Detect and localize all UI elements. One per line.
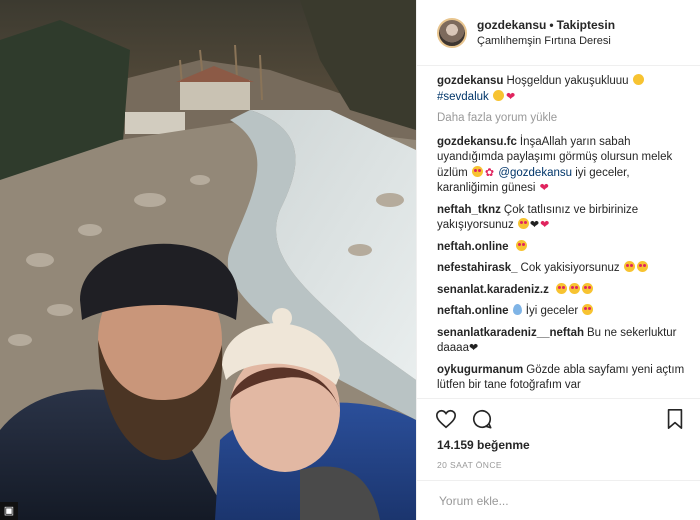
heart-emoji-icon: ❤: [539, 182, 549, 194]
comment-item: neftah_tknz Çok tatlısınız ve birbirinize…: [437, 203, 688, 234]
comment-mention[interactable]: @gozdekansu: [498, 167, 572, 179]
comment-username[interactable]: neftah_tknz: [437, 204, 501, 216]
load-more-comments-button[interactable]: Daha fazla yorum yükle: [437, 111, 688, 127]
comment-username[interactable]: neftah.online: [437, 241, 509, 253]
follow-status-button[interactable]: Takiptesin: [557, 18, 615, 32]
comment-text: İyi geceler: [525, 305, 579, 317]
comment-input[interactable]: [437, 492, 680, 509]
evil-eye-emoji-icon: [512, 304, 522, 315]
comment-username[interactable]: oykugurmanum: [437, 364, 523, 376]
caption: gozdekansu Hoşgeldun yakuşukluuu #sevdalu…: [437, 74, 688, 105]
heart-eyes-emoji-icon: [515, 239, 527, 251]
header-separator-dot: •: [549, 17, 554, 32]
comment-item: neftah.online İyi geceler: [437, 304, 688, 320]
comment-item: gozdekansu.fc İnşaAllah yarın sabah uyand…: [437, 135, 688, 197]
post-photo[interactable]: ▣: [0, 0, 416, 520]
heart-eyes-emoji-icon: [636, 261, 648, 272]
comment-username[interactable]: senanlatkaradeniz__neftah: [437, 327, 584, 339]
heart-eyes-emoji-icon: [471, 165, 483, 177]
selfie-river-image: [0, 0, 416, 520]
comment-username[interactable]: gozdekansu.fc: [437, 136, 517, 148]
comment-username[interactable]: senanlat.karadeniz.z: [437, 284, 549, 296]
instagram-post-view: ▣ gozdekansu • Takiptesin Çamlıhemşin Fırt…: [0, 0, 700, 520]
comment-username[interactable]: neftah.online: [437, 305, 509, 317]
post-timestamp[interactable]: 20 SAAT ÖNCE: [437, 460, 502, 470]
header-username[interactable]: gozdekansu: [477, 18, 546, 32]
heart-emoji-icon: ❤: [540, 219, 550, 231]
caption-username[interactable]: gozdekansu: [437, 75, 503, 87]
location-link[interactable]: Çamlıhemşin Fırtına Deresi: [477, 33, 615, 49]
heart-eyes-emoji-icon: [569, 282, 581, 294]
heart-eyes-emoji-icon: [582, 282, 594, 294]
add-comment-bar: [417, 480, 700, 520]
comment-item: senanlat.karadeniz.z: [437, 282, 688, 299]
like-count[interactable]: 14.159 beğenme: [437, 438, 530, 452]
caption-text: Hoşgeldun yakuşukluuu: [506, 75, 629, 87]
heart-icon[interactable]: [435, 408, 457, 430]
bookmark-icon[interactable]: [664, 408, 686, 430]
rose-emoji-icon: ✿: [484, 166, 495, 179]
avatar[interactable]: [437, 17, 467, 48]
comment-item: oykugurmanum Gözde abla sayfamı yeni açtı…: [437, 363, 688, 394]
heart-eyes-emoji-icon: [623, 261, 635, 272]
comment-item: neftah.online: [437, 239, 688, 256]
black-heart-emoji-icon: ❤: [468, 342, 479, 354]
comment-text: Cok yakisiyorsunuz: [520, 262, 620, 274]
black-heart-emoji-icon: ❤: [529, 219, 540, 231]
comments-list[interactable]: gozdekansu Hoşgeldun yakuşukluuu #sevdalu…: [437, 74, 688, 394]
caption-hashtag[interactable]: #sevdaluk: [437, 91, 489, 103]
smiley-emoji-icon: [632, 74, 644, 85]
comment-item: senanlatkaradeniz__neftah Bu ne sekerlukt…: [437, 326, 688, 357]
comment-item: nefestahirask_ Cok yakisiyorsunuz: [437, 261, 688, 277]
heart-eyes-emoji-icon: [517, 218, 529, 229]
post-header: gozdekansu • Takiptesin Çamlıhemşin Fırtın…: [417, 0, 700, 66]
comment-username[interactable]: nefestahirask_: [437, 262, 518, 274]
heart-eyes-emoji-icon: [582, 304, 594, 315]
post-header-text: gozdekansu • Takiptesin Çamlıhemşin Fırtın…: [477, 17, 615, 49]
post-actions-bar: [417, 398, 700, 438]
comment-icon[interactable]: [471, 408, 493, 430]
heart-eyes-emoji-icon: [556, 282, 568, 294]
red-heart-emoji-icon: ❤: [506, 90, 516, 103]
post-side-panel: gozdekansu • Takiptesin Çamlıhemşin Fırtın…: [416, 0, 700, 520]
smiley-emoji-icon: [493, 89, 504, 101]
instagram-icon: ▣: [0, 502, 18, 520]
